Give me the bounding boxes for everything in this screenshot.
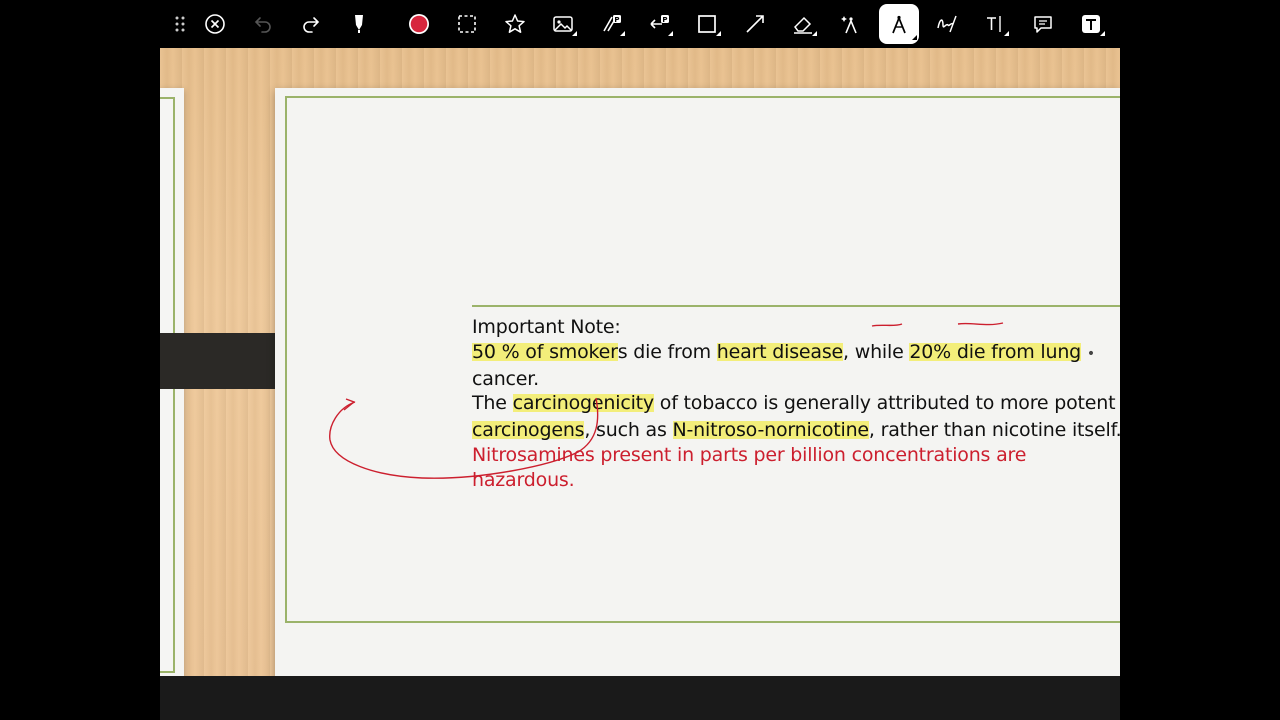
comment-icon[interactable] xyxy=(1027,8,1059,40)
note-text: of tobacco is generally attributed to mo… xyxy=(653,392,1116,415)
note-warning-line-1: Nitrosamines present in parts per billio… xyxy=(472,443,1027,466)
handwriting-icon[interactable] xyxy=(931,8,963,40)
document-canvas[interactable]: Important Note: 50 % of smokers die from… xyxy=(160,48,1120,680)
note-warning-line-2: hazardous. xyxy=(472,468,575,491)
image-icon[interactable] xyxy=(547,8,579,40)
note-line-1: 50 % of smokers die from heart disease, … xyxy=(472,340,1120,367)
highlighted-text: 20% die from lung xyxy=(909,340,1082,363)
pen-preset-icon[interactable]: P xyxy=(595,8,627,40)
eraser-icon[interactable] xyxy=(787,8,819,40)
title-divider xyxy=(472,305,1120,307)
compass-tool-icon[interactable] xyxy=(879,4,919,44)
toolbar: P P xyxy=(160,0,1120,48)
laser-preset-icon[interactable]: P xyxy=(643,8,675,40)
highlighted-text: 50 % of smoker xyxy=(472,340,618,363)
text-cursor-icon[interactable] xyxy=(979,8,1011,40)
close-circle-icon[interactable] xyxy=(199,8,231,40)
note-line-2: cancer. xyxy=(472,367,539,390)
svg-text:P: P xyxy=(614,16,619,24)
highlighted-text: carcinogens xyxy=(472,419,585,442)
undo-icon[interactable] xyxy=(247,8,279,40)
app-window: P P Important Note: 50 % of smokers die … xyxy=(160,0,1120,720)
highlighted-text: heart disease xyxy=(716,340,844,363)
note-line-3: The carcinogenicity of tobacco is genera… xyxy=(472,391,1120,418)
note-line-4: carcinogens, such as N-nitroso-nornicoti… xyxy=(472,418,1120,443)
note-text: , while xyxy=(843,340,910,363)
rectangle-icon[interactable] xyxy=(691,8,723,40)
text-box-icon[interactable] xyxy=(1075,8,1107,40)
important-note: Important Note: 50 % of smokers die from… xyxy=(472,315,1120,493)
note-heading: Important Note: xyxy=(472,316,621,338)
drag-handle-icon[interactable] xyxy=(164,8,196,40)
slide-page[interactable]: Important Note: 50 % of smokers die from… xyxy=(275,88,1120,680)
lasso-select-icon[interactable] xyxy=(451,8,483,40)
sparkle-pen-icon[interactable] xyxy=(835,8,867,40)
bottom-bar xyxy=(160,676,1120,720)
note-text: s die from xyxy=(617,340,717,363)
color-swatch-icon[interactable] xyxy=(403,8,435,40)
line-bullet: • xyxy=(1086,345,1095,362)
svg-text:P: P xyxy=(662,16,667,24)
note-text: , such as xyxy=(584,419,673,442)
redo-icon[interactable] xyxy=(295,8,327,40)
highlighted-text: N-nitroso-nornicotine xyxy=(672,419,869,442)
star-icon[interactable] xyxy=(499,8,531,40)
highlighter-tip-icon[interactable] xyxy=(343,8,375,40)
highlighted-text: carcinogenicity xyxy=(512,392,654,415)
note-text: , rather than nicotine itself. xyxy=(868,419,1120,442)
arrow-line-icon[interactable] xyxy=(739,8,771,40)
note-text: The xyxy=(472,392,513,415)
